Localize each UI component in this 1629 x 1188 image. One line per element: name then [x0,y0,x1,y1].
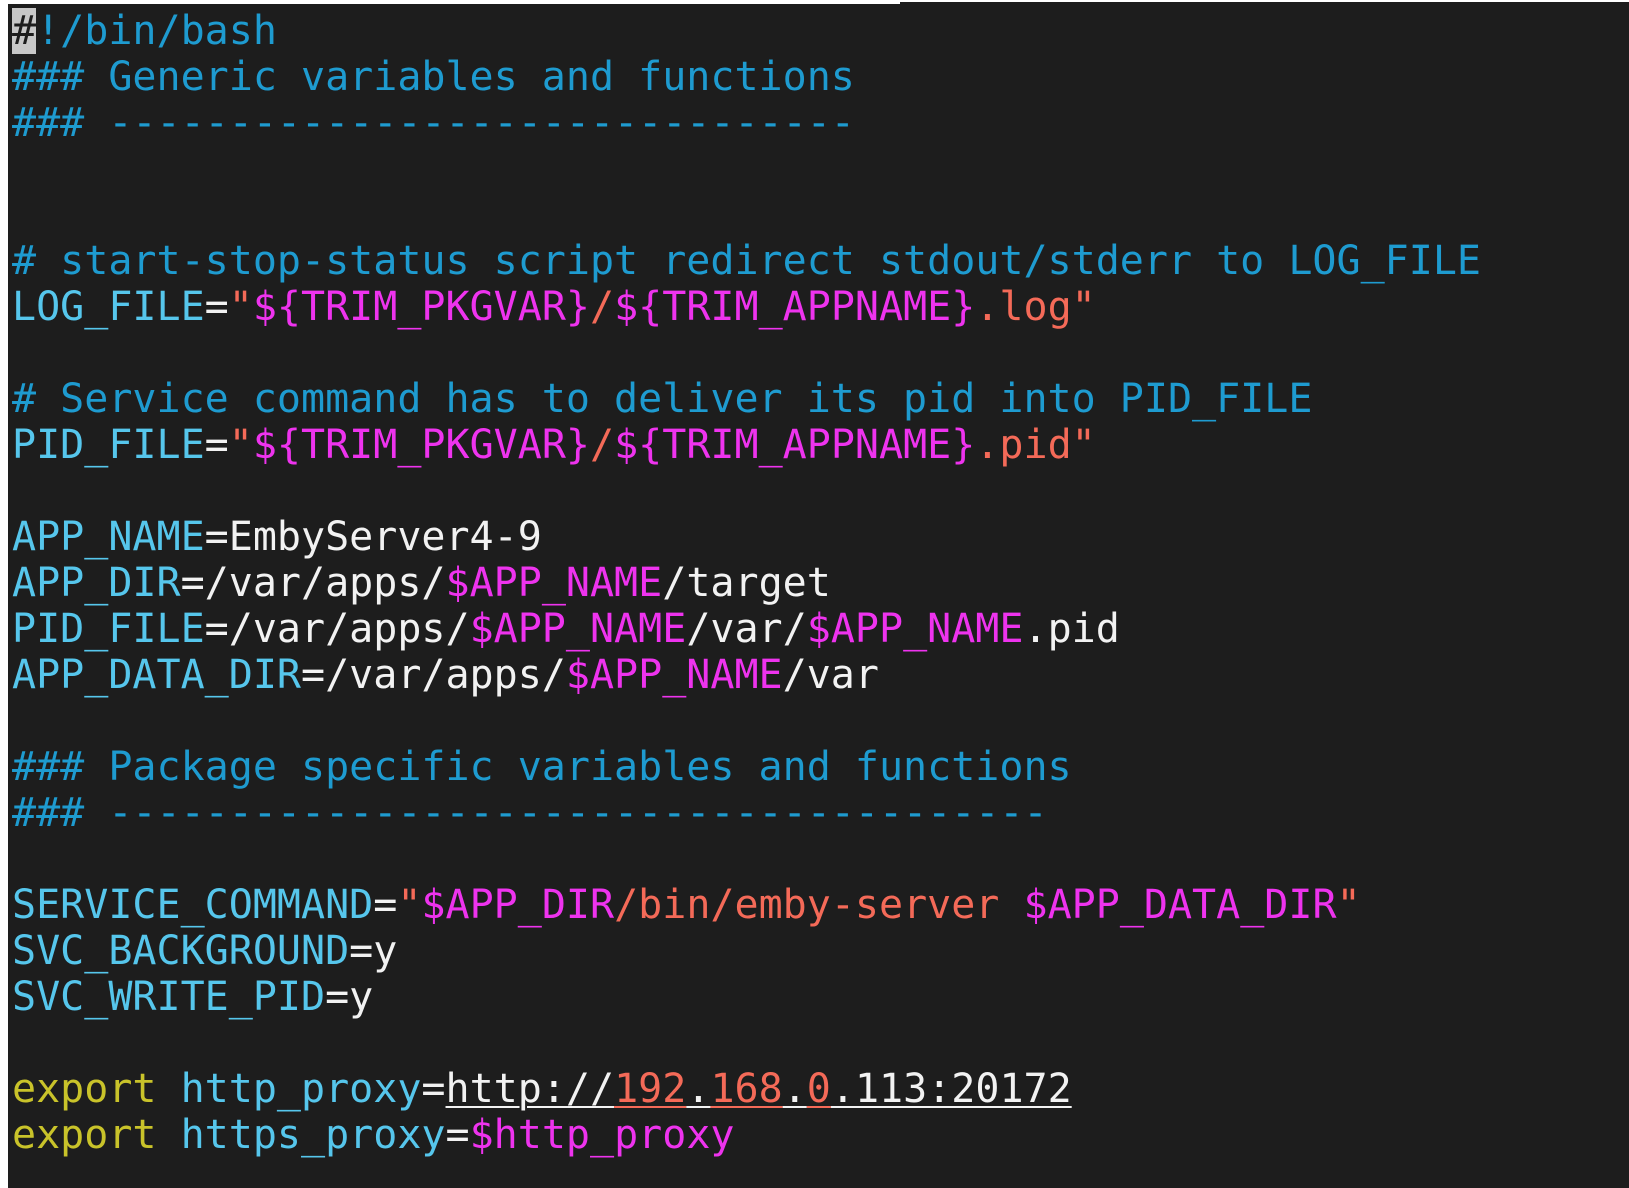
script-editor[interactable]: #!/bin/bash ### Generic variables and fun… [12,8,1481,1158]
code-token-variable: APP_NAME [12,514,205,560]
code-token-string: 168 [710,1066,783,1112]
code-line: #!/bin/bash [12,8,1481,54]
code-token-variable: SVC_WRITE_PID [12,974,326,1020]
code-token-variable: http_proxy [180,1066,422,1112]
code-token-substitution: $APP_NAME [806,606,1024,652]
code-line: # Service command has to deliver its pid… [12,376,1481,422]
code-token-string: " [228,422,253,468]
code-token-comment: ### Package specific variables and funct… [12,744,1072,790]
code-token-string: 0 [806,1066,831,1112]
code-token-text: = [204,284,229,330]
code-token-text: .pid [1023,606,1120,652]
code-token-text: http:// [445,1066,615,1112]
code-token-text: /var/ [686,606,807,652]
code-token-substitution: ${TRIM_PKGVAR} [252,284,590,330]
code-token-substitution: $APP_NAME [445,560,663,606]
code-line: ### ------------------------------- [12,100,1481,146]
code-token-variable: PID_FILE [12,422,205,468]
code-line: APP_DIR=/var/apps/$APP_NAME/target [12,560,1481,606]
code-token-substitution: ${TRIM_APPNAME} [614,422,976,468]
code-line: PID_FILE="${TRIM_PKGVAR}/${TRIM_APPNAME}… [12,422,1481,468]
code-token-string: /bin/emby-server [614,882,1024,928]
code-line: SVC_BACKGROUND=y [12,928,1481,974]
code-token-keyword: export [12,1112,157,1158]
code-token-comment: ### Generic variables and functions [12,54,855,100]
code-token-variable: https_proxy [180,1112,446,1158]
code-token-comment: # Service command has to deliver its pid… [12,376,1313,422]
code-token-string: / [590,284,615,330]
code-token-variable: APP_DIR [12,560,181,606]
code-line: PID_FILE=/var/apps/$APP_NAME/var/$APP_NA… [12,606,1481,652]
code-token-string: " [397,882,422,928]
code-token-substitution: $APP_DIR [421,882,615,928]
window-top-edge [8,2,900,4]
code-line: ### Generic variables and functions [12,54,1481,100]
code-token-text: . [686,1066,711,1112]
code-token-text: .113:20172 [830,1066,1072,1112]
code-token-text: =y [325,974,374,1020]
code-token-text: =/var/apps/ [300,652,566,698]
code-line: export https_proxy=$http_proxy [12,1112,1481,1158]
code-line: LOG_FILE="${TRIM_PKGVAR}/${TRIM_APPNAME}… [12,284,1481,330]
code-line: SVC_WRITE_PID=y [12,974,1481,1020]
code-token-string: .pid" [975,422,1096,468]
code-token-variable: SERVICE_COMMAND [12,882,374,928]
code-token-substitution: $APP_DATA_DIR [1023,882,1337,928]
code-token-variable: LOG_FILE [12,284,205,330]
code-token-text: = [373,882,398,928]
code-token-substitution: ${TRIM_APPNAME} [614,284,976,330]
code-token-substitution: $APP_NAME [469,606,687,652]
code-line: ### Package specific variables and funct… [12,744,1481,790]
code-token-string: .log" [975,284,1096,330]
code-token-substitution: $http_proxy [469,1112,735,1158]
code-token-variable: PID_FILE [12,606,205,652]
text-cursor: # [12,8,37,54]
code-token-text: = [421,1066,446,1112]
code-line: # start-stop-status script redirect stdo… [12,238,1481,284]
code-line: APP_DATA_DIR=/var/apps/$APP_NAME/var [12,652,1481,698]
code-token-text: . [782,1066,807,1112]
code-line: export http_proxy=http://192.168.0.113:2… [12,1066,1481,1112]
code-token-text: =y [349,928,398,974]
code-token-variable: SVC_BACKGROUND [12,928,350,974]
code-token-comment: ### ------------------------------- [12,100,855,146]
code-token-text: = [204,422,229,468]
code-token-string: 192 [614,1066,687,1112]
code-token-comment: !/bin/bash [36,8,277,54]
code-line: APP_NAME=EmbyServer4-9 [12,514,1481,560]
code-token-variable: APP_DATA_DIR [12,652,301,698]
code-token-substitution: $APP_NAME [565,652,783,698]
code-token-text: =EmbyServer4-9 [204,514,542,560]
code-token-string: / [590,422,615,468]
code-token-comment: ### ------------------------------------… [12,790,1048,836]
code-token-substitution: ${TRIM_PKGVAR} [252,422,590,468]
code-token-string: " [1336,882,1361,928]
code-token-comment: # start-stop-status script redirect stdo… [12,238,1482,284]
code-token-keyword: export [12,1066,157,1112]
code-line: ### ------------------------------------… [12,790,1481,836]
code-token-text: =/var/apps/ [180,560,446,606]
terminal-window[interactable]: #!/bin/bash ### Generic variables and fun… [8,2,1629,1188]
code-token-text: = [445,1112,470,1158]
code-token-text: /target [662,560,831,606]
code-line: SERVICE_COMMAND="$APP_DIR/bin/emby-serve… [12,882,1481,928]
code-token-string: " [228,284,253,330]
code-token-text: =/var/apps/ [204,606,470,652]
code-token-text: /var [782,652,879,698]
